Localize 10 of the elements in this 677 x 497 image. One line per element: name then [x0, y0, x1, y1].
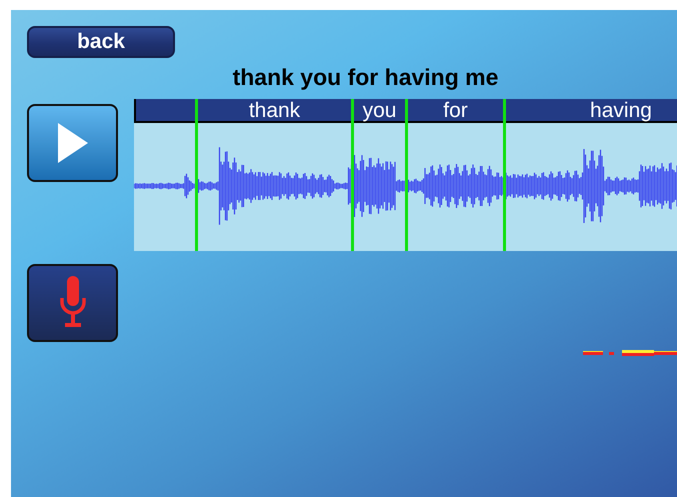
word-label: thank	[248, 99, 302, 121]
word-label: having	[589, 99, 653, 121]
word-label: for	[442, 99, 469, 121]
sentence-title: thank you for having me	[232, 64, 500, 91]
back-button[interactable]: back	[27, 26, 175, 58]
record-button[interactable]	[27, 264, 118, 342]
word-label: you	[362, 99, 398, 121]
microphone-icon	[60, 276, 86, 330]
play-button[interactable]	[27, 104, 118, 182]
play-icon	[58, 123, 88, 163]
